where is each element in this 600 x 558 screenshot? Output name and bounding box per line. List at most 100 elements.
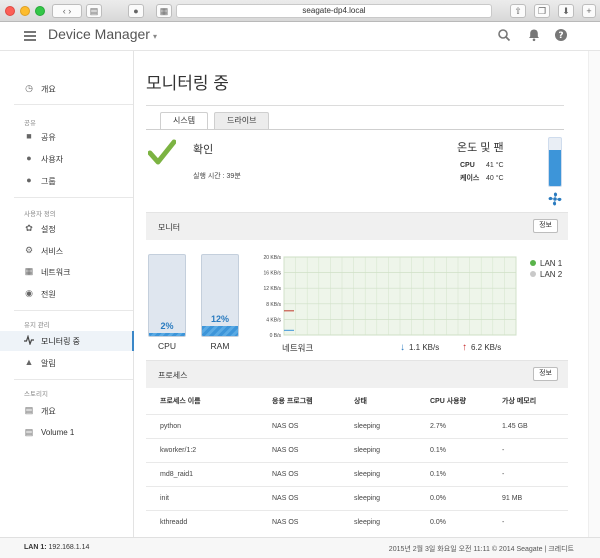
sidebar-item-power[interactable]: ◉ 전원 <box>0 284 133 304</box>
table-cell: 0.1% <box>430 471 446 478</box>
ram-gauge: 12% <box>201 254 239 337</box>
user-icon: ● <box>26 153 32 163</box>
sidebar-item-label: 모니터링 중 <box>41 337 81 346</box>
monitor-title: 모니터 <box>158 223 181 232</box>
column-header-process-name[interactable]: 프로세스 이름 <box>160 396 201 406</box>
column-header-virtual-memory[interactable]: 가상 메모리 <box>502 396 536 406</box>
table-cell: 0.1% <box>430 447 446 454</box>
sidebar-section-title: 유지 관리 <box>24 322 50 329</box>
sidebar-item-settings[interactable]: ✿ 설정 <box>0 219 133 239</box>
sidebar-item-label: 설정 <box>41 225 56 234</box>
temperature-value: 41 °C <box>486 162 504 169</box>
close-window-button[interactable] <box>5 6 15 16</box>
table-cell: md8_raid1 <box>160 471 194 478</box>
search-icon[interactable] <box>496 28 512 44</box>
legend-label: LAN 1 <box>540 259 563 268</box>
cpu-label: CPU <box>158 341 176 351</box>
ram-label: RAM <box>210 341 230 351</box>
sidebar-section-title: 사용자 정의 <box>24 211 56 218</box>
runtime-text: 실행 시간 : 39분 <box>193 173 241 180</box>
sidebar-item-users[interactable]: ● 사용자 <box>0 149 133 169</box>
back-forward-buttons[interactable]: ‹ › <box>52 4 82 18</box>
zoom-window-button[interactable] <box>35 6 45 16</box>
upload-rate: ↑ 6.2 KB/s <box>462 342 501 353</box>
sidebar-item-services[interactable]: ⚙ 서비스 <box>0 241 133 261</box>
network-icon: ▦ <box>24 266 34 276</box>
table-cell: 0.0% <box>430 495 446 502</box>
footer-info: 2015년 2월 3일 화요일 오전 11:11 © 2014 Seagate … <box>388 546 574 553</box>
table-cell: kthreadd <box>160 519 188 526</box>
processes-title: 프로세스 <box>158 371 188 380</box>
sidebar-item-network[interactable]: ▦ 네트워크 <box>0 262 133 282</box>
sidebar-item-storage-overview[interactable]: ▤ 개요 <box>0 401 133 421</box>
arrow-down-icon: ↓ <box>400 342 405 353</box>
y-tick-label: 0 B/s <box>270 333 282 339</box>
divider <box>146 105 564 106</box>
legend-label: LAN 2 <box>540 270 563 279</box>
processes-panel-header: 프로세스 정보 <box>146 360 568 388</box>
ram-percent: 12% <box>210 314 229 324</box>
share-icon[interactable]: ⇧ <box>510 4 526 18</box>
table-cell: NAS OS <box>272 519 299 526</box>
sidebar-item-groups[interactable]: ● 그룹 <box>0 171 133 191</box>
download-rate: ↓ 1.1 KB/s <box>400 342 439 353</box>
sidebar-section-title: 공유 <box>24 120 36 127</box>
tab-divider <box>146 129 564 130</box>
lan-label: LAN 1: <box>24 544 47 551</box>
gear-icon: ⚙ <box>24 245 34 255</box>
table-cell: NAS OS <box>272 495 299 502</box>
table-cell: 0.0% <box>430 519 446 526</box>
sidebar-item-overview[interactable]: ◷ 개요 <box>0 79 133 99</box>
tab-drives[interactable]: 드라이브 <box>214 112 270 129</box>
reader-icon[interactable]: ▦ <box>156 4 172 18</box>
legend-lan1: LAN 1 <box>530 259 562 268</box>
table-cell: python <box>160 423 182 430</box>
sidebar-item-monitoring[interactable]: 모니터링 중 <box>0 331 134 351</box>
y-tick-label: 20 KB/s <box>263 255 281 261</box>
sidebar-item-label: 알림 <box>41 359 56 368</box>
sidebar-divider <box>14 197 133 198</box>
menu-icon[interactable] <box>24 31 36 41</box>
new-tab-icon[interactable]: + <box>582 4 596 18</box>
sidebar-item-volume1[interactable]: ▤ Volume 1 <box>0 423 133 443</box>
app-title[interactable]: Device Manager ▾ <box>48 26 157 42</box>
sidebar-toggle-icon[interactable]: ▤ <box>86 4 102 18</box>
tabs-icon[interactable]: ❐ <box>534 4 550 18</box>
network-label: 네트워크 <box>282 343 314 353</box>
table-cell: 2.7% <box>430 423 446 430</box>
sidebar-item-label: 개요 <box>41 407 56 416</box>
cpu-gauge-fill <box>149 333 185 336</box>
upload-rate-value: 6.2 KB/s <box>471 343 502 352</box>
table-cell: sleeping <box>354 519 381 526</box>
processes-info-button[interactable]: 정보 <box>533 367 558 381</box>
column-header-cpu-usage[interactable]: CPU 사용량 <box>430 396 466 406</box>
extension-icon[interactable]: ● <box>128 4 144 18</box>
tab-system[interactable]: 시스템 <box>160 112 209 130</box>
folder-icon: ■ <box>26 131 32 141</box>
storage-icon: ▤ <box>24 405 34 415</box>
cpu-gauge: 2% <box>148 254 186 337</box>
temperature-gauge-fill <box>549 150 561 186</box>
table-cell: sleeping <box>354 423 381 430</box>
sidebar-divider <box>14 310 133 311</box>
sidebar-item-shares[interactable]: ■ 공유 <box>0 127 133 147</box>
sidebar-item-alerts[interactable]: ▲ 알림 <box>0 353 133 373</box>
bell-icon: ▲ <box>24 357 34 367</box>
monitor-info-button[interactable]: 정보 <box>533 219 558 233</box>
help-icon[interactable]: ? <box>553 28 569 44</box>
column-header-state[interactable]: 상태 <box>354 396 367 406</box>
notification-bell-icon[interactable] <box>526 28 542 44</box>
column-header-application[interactable]: 응용 프로그램 <box>272 396 313 406</box>
temperature-gauge <box>548 137 562 187</box>
sidebar-item-label: 공유 <box>41 133 56 142</box>
downloads-icon[interactable]: ⬇ <box>558 4 574 18</box>
monitor-panel-header: 모니터 정보 <box>146 212 568 240</box>
table-cell: - <box>502 447 505 454</box>
scrollbar[interactable] <box>588 51 600 537</box>
address-bar[interactable]: seagate-dp4.local <box>176 4 492 18</box>
temperature-label: CPU <box>460 162 475 169</box>
table-cell: NAS OS <box>272 423 299 430</box>
minimize-window-button[interactable] <box>20 6 30 16</box>
row-divider <box>146 510 568 511</box>
row-divider <box>146 414 568 415</box>
